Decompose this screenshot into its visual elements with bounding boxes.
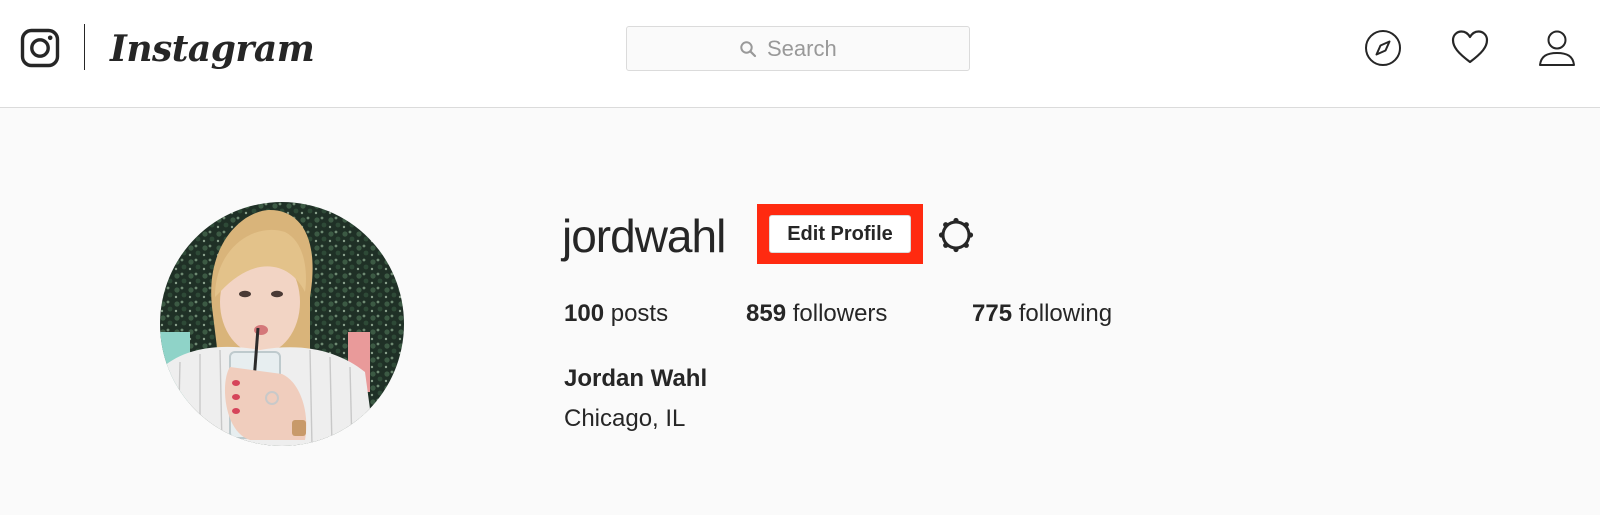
stat-followers[interactable]: 859 followers [746, 296, 887, 332]
activity-heart-icon[interactable] [1450, 28, 1490, 68]
stat-following[interactable]: 775 following [972, 296, 1112, 332]
instagram-glyph-icon[interactable] [20, 28, 60, 68]
logo-divider [84, 24, 85, 70]
profile-username: jordwahl [562, 210, 726, 262]
followers-label: followers [792, 300, 888, 327]
instagram-wordmark[interactable]: Instagram [110, 22, 315, 76]
following-label: following [1018, 300, 1113, 327]
explore-compass-icon[interactable] [1363, 28, 1403, 68]
search-icon [740, 40, 757, 57]
search-input[interactable] [767, 35, 857, 62]
followers-count: 859 [746, 300, 787, 327]
profile-person-icon[interactable] [1537, 28, 1577, 68]
top-navigation-bar: Instagram [0, 0, 1600, 108]
posts-label: posts [610, 300, 669, 327]
following-count: 775 [972, 300, 1013, 327]
profile-full-name: Jordan Wahl [564, 365, 708, 392]
search-box[interactable] [626, 26, 970, 71]
stat-posts[interactable]: 100 posts [564, 296, 668, 332]
profile-location: Chicago, IL [564, 405, 686, 432]
avatar-photo [160, 202, 404, 446]
posts-count: 100 [564, 300, 605, 327]
edit-profile-button[interactable]: Edit Profile [769, 215, 911, 253]
options-gear-icon[interactable] [936, 215, 976, 255]
profile-avatar[interactable] [160, 202, 404, 446]
